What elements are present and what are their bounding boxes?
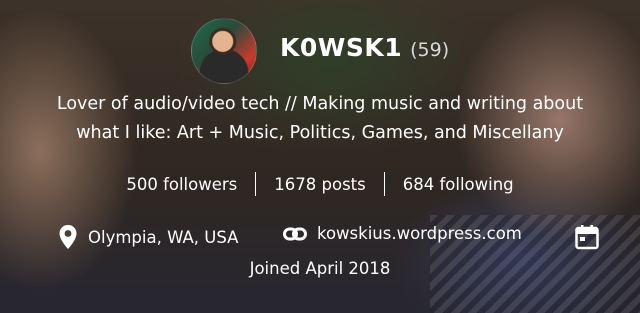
link-icon [283, 226, 307, 242]
profile-bio: Lover of audio/video tech // Making musi… [0, 90, 640, 148]
location: Olympia, WA, USA [58, 224, 238, 250]
website[interactable]: kowskius.wordpress.com [283, 224, 522, 243]
joined-date: Joined April 2018 [249, 259, 391, 278]
website-link[interactable]: kowskius.wordpress.com [317, 224, 522, 243]
bio-line-1: Lover of audio/video tech // Making musi… [56, 94, 584, 114]
username[interactable]: K0WSK1 [280, 33, 402, 62]
followers-link[interactable]: 500 followers [108, 175, 255, 194]
profile-header: K0WSK1 (59) Lover of audio/video tech //… [0, 0, 640, 313]
calendar-icon [575, 224, 599, 250]
bio-line-2: what I like: Art + Music, Politics, Game… [76, 123, 564, 143]
profile-meta: Olympia, WA, USA kowskius.wordpress.com [0, 224, 640, 254]
map-pin-icon [58, 224, 78, 250]
location-text: Olympia, WA, USA [88, 227, 239, 247]
posts-link[interactable]: 1678 posts [256, 175, 383, 194]
avatar[interactable] [191, 18, 257, 84]
following-link[interactable]: 684 following [385, 175, 532, 194]
profile-stats: 500 followers 1678 posts 684 following [0, 172, 640, 196]
user-score: (59) [410, 39, 450, 61]
name-row: K0WSK1 (59) [280, 33, 449, 62]
